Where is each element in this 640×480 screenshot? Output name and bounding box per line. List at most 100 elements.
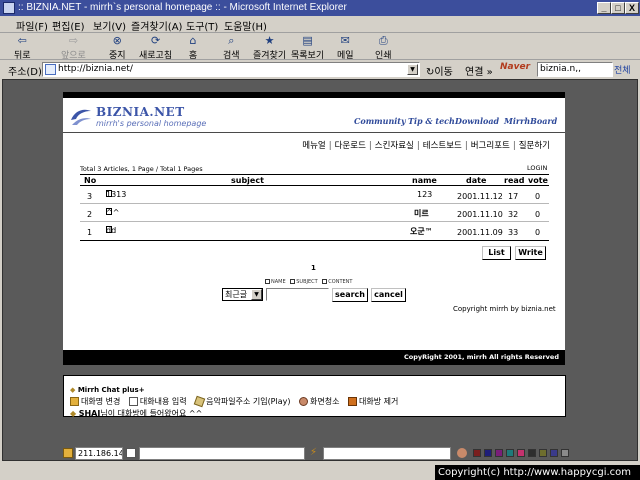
favorites-label: 즐겨찾기 [253, 51, 287, 61]
minimize-button[interactable]: _ [597, 2, 611, 14]
favorites-button[interactable]: ★ 즐겨찾기 [253, 35, 287, 62]
go-label: 이동 [434, 67, 453, 78]
menu-file[interactable]: 파일(F) [16, 18, 48, 33]
menu-view[interactable]: 보기(V) [93, 18, 126, 33]
stop-label: 중지 [109, 51, 126, 61]
color-swatch[interactable] [539, 449, 547, 457]
search-field-options: NAME SUBJECT CONTENT [262, 279, 352, 285]
refresh-icon: ⟳ [150, 34, 161, 47]
col-name: name [412, 176, 437, 185]
color-swatch[interactable] [528, 449, 536, 457]
link-download[interactable]: 다운로드 [335, 141, 366, 151]
row-name[interactable]: 123 [417, 190, 432, 199]
refresh-button[interactable]: ⟳ 새로고침 [139, 34, 172, 62]
color-swatch[interactable] [473, 449, 481, 457]
chat-message-text: 님이 대화방에 들어왔어요 ^^ [100, 409, 203, 418]
remove-room-icon [348, 397, 358, 406]
go-button[interactable]: ↻이동 [426, 63, 453, 78]
table-row[interactable]: 3 1313 123 2001.11.12 17 0 [80, 187, 549, 204]
forward-button[interactable]: ⇨ 앞으로 [61, 35, 86, 62]
menu-help[interactable]: 도움말(H) [224, 18, 267, 33]
menu-tools[interactable]: 도구(T) [186, 18, 218, 33]
row-no: 2 [87, 210, 93, 219]
emoticon-icon[interactable] [457, 448, 467, 458]
menu-edit[interactable]: 편집(E) [52, 18, 85, 33]
search-type-select[interactable]: 최근글 ▼ [222, 288, 263, 301]
color-swatch[interactable] [484, 449, 492, 457]
color-swatch[interactable] [495, 449, 503, 457]
nav-tip-tech[interactable]: Tip & tech [408, 116, 455, 126]
radio-name[interactable] [265, 279, 270, 284]
search-all-button[interactable]: 전체 [614, 63, 631, 76]
table-row[interactable]: 2 ^^ 미르 2001.11.10 32 0 [80, 205, 549, 222]
link-question[interactable]: 질문하기 [519, 141, 550, 151]
stop-icon: ⊗ [112, 34, 122, 47]
row-name[interactable]: 오군™ [410, 226, 433, 237]
write-button[interactable]: Write [515, 246, 546, 260]
chat-actions: 대화명 변경 대화내용 입력 음악파일주소 기입(Play) 화면청소 대화방 … [70, 395, 398, 408]
user-icon [63, 448, 73, 458]
chat-title: ◆ Mirrh Chat plus+ [70, 386, 145, 394]
table-bottom-line [80, 240, 549, 241]
page-number[interactable]: 1 [311, 264, 316, 272]
chat-music-button[interactable]: 음악파일주소 기입(Play) [206, 397, 290, 406]
site-copyright: Copyright mirrh by biznia.net [453, 305, 556, 313]
link-bugreport[interactable]: 버그리포트 [471, 141, 510, 151]
back-button[interactable]: ⇦ 뒤로 [14, 35, 31, 62]
link-testboard[interactable]: 테스트보드 [423, 141, 462, 151]
address-url: http://biznia.net/ [58, 64, 133, 74]
radio-content[interactable] [322, 279, 328, 284]
history-icon: ▤ [302, 34, 313, 47]
col-vote: vote [528, 176, 548, 185]
site-logo-title[interactable]: BIZNIA.NET [96, 105, 185, 119]
history-button[interactable]: ▤ 목록보기 [291, 34, 324, 62]
music-icon [193, 395, 206, 408]
table-row[interactable]: 1 dd 오군™ 2001.11.09 33 0 [80, 223, 549, 240]
chat-input-field[interactable] [139, 447, 305, 460]
ip-field[interactable]: 211.186.146. [75, 447, 123, 460]
color-swatch[interactable] [561, 449, 569, 457]
home-button[interactable]: ⌂ 홈 [186, 35, 200, 62]
link-skins[interactable]: 스킨자료실 [375, 141, 414, 151]
chat-remove-button[interactable]: 대화방 제거 [359, 397, 398, 406]
row-vote: 0 [535, 210, 541, 219]
search-button[interactable]: ⌕ 검색 [223, 35, 240, 62]
chat-input-button[interactable]: 대화내용 입력 [140, 397, 187, 406]
row-date: 2001.11.12 [457, 192, 503, 201]
stop-button[interactable]: ⊗ 중지 [109, 34, 126, 62]
links-button[interactable]: 연결 » [465, 63, 493, 78]
menu-favorites[interactable]: 즐겨찾기(A) [131, 18, 182, 33]
chat-clear-button[interactable]: 화면청소 [310, 397, 339, 406]
print-button[interactable]: ⎙ 인쇄 [375, 35, 392, 62]
window-titlebar: :: BIZNIA.NET - mirrh`s personal homepag… [0, 0, 640, 16]
color-swatch[interactable] [506, 449, 514, 457]
color-swatch[interactable] [550, 449, 558, 457]
address-dropdown-icon[interactable]: ▼ [407, 64, 418, 75]
search-type-value: 최근글 [225, 290, 248, 299]
mail-button[interactable]: ✉ 메일 [337, 35, 354, 62]
close-button[interactable]: X [625, 2, 639, 14]
naver-search-input[interactable]: biznia.n,, [537, 62, 613, 77]
color-swatch[interactable] [517, 449, 525, 457]
maximize-button[interactable]: □ [611, 2, 625, 14]
board-search-button[interactable]: search [332, 288, 368, 302]
select-dropdown-icon[interactable]: ▼ [251, 289, 262, 300]
row-no: 1 [87, 228, 93, 237]
login-link[interactable]: LOGIN [527, 164, 547, 172]
board-search-input[interactable] [266, 288, 329, 301]
radio-name-label: NAME [271, 279, 286, 285]
music-url-field[interactable] [323, 447, 451, 460]
radio-content-label: CONTENT [328, 279, 353, 285]
row-subject-text: ^^ [106, 208, 120, 217]
radio-subject-label: SUBJECT [296, 279, 318, 285]
row-name[interactable]: 미르 [414, 208, 429, 219]
nav-mirrhboard[interactable]: MirrhBoard [504, 116, 557, 126]
board-cancel-button[interactable]: cancel [371, 288, 406, 302]
chat-rename-button[interactable]: 대화명 변경 [81, 397, 120, 406]
address-input[interactable]: http://biznia.net/ ▼ [42, 62, 420, 77]
link-manual[interactable]: 메뉴얼 [302, 141, 325, 151]
nav-community[interactable]: Community [354, 116, 406, 126]
list-button[interactable]: List [482, 246, 511, 260]
nav-download[interactable]: Download [455, 116, 499, 126]
radio-subject[interactable] [290, 279, 296, 284]
